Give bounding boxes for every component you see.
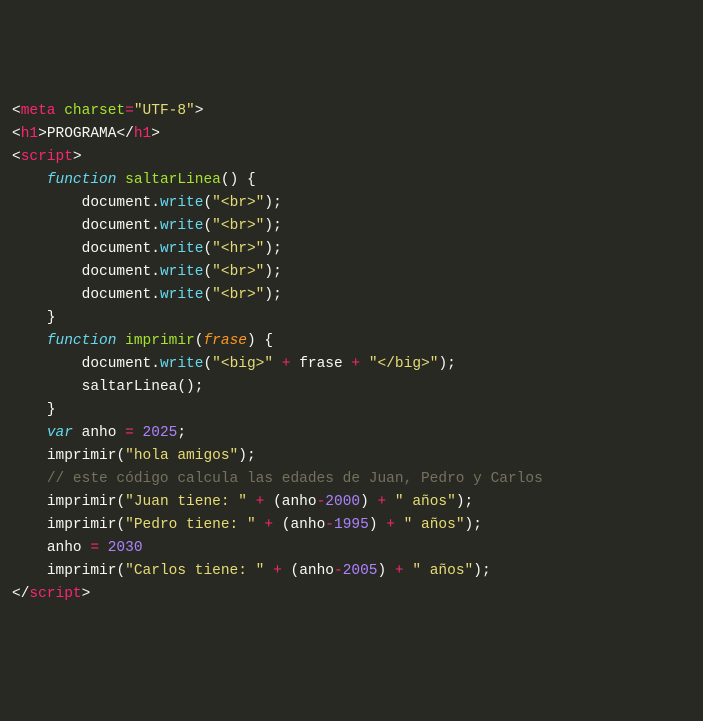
code-line: document.write("<br>"); — [12, 264, 282, 280]
code-line: anho = 2030 — [12, 540, 143, 556]
code-line: <meta charset="UTF-8"> — [12, 103, 203, 119]
code-line: <script> — [12, 149, 82, 165]
code-line: document.write("<big>" + frase + "</big>… — [12, 356, 456, 372]
code-editor[interactable]: <meta charset="UTF-8"> <h1>PROGRAMA</h1>… — [12, 100, 691, 606]
code-line: function saltarLinea() { — [12, 172, 256, 188]
code-line: imprimir("Juan tiene: " + (anho-2000) + … — [12, 494, 473, 510]
code-line: <h1>PROGRAMA</h1> — [12, 126, 160, 142]
code-line: // este código calcula las edades de Jua… — [12, 471, 543, 487]
code-line: document.write("<br>"); — [12, 218, 282, 234]
code-line: imprimir("hola amigos"); — [12, 448, 256, 464]
code-line: saltarLinea(); — [12, 379, 203, 395]
code-line: function imprimir(frase) { — [12, 333, 273, 349]
code-line: document.write("<br>"); — [12, 195, 282, 211]
code-line: imprimir("Pedro tiene: " + (anho-1995) +… — [12, 517, 482, 533]
code-line: imprimir("Carlos tiene: " + (anho-2005) … — [12, 563, 491, 579]
code-line: } — [12, 310, 56, 326]
code-line: } — [12, 402, 56, 418]
code-line: </script> — [12, 586, 90, 602]
code-line: var anho = 2025; — [12, 425, 186, 441]
code-line: document.write("<br>"); — [12, 287, 282, 303]
code-line: document.write("<hr>"); — [12, 241, 282, 257]
